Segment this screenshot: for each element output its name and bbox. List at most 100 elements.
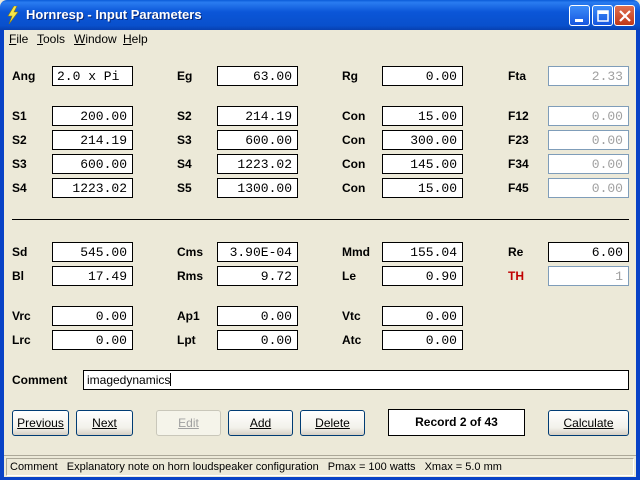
field-s1[interactable]: 200.00 [52, 106, 133, 126]
label-f45: F45 [508, 181, 529, 195]
label-bl: Bl [12, 269, 24, 283]
label-le: Le [342, 269, 357, 283]
field-sd[interactable]: 545.00 [52, 242, 133, 262]
label-f23: F23 [508, 133, 529, 147]
label-vrc: Vrc [12, 309, 31, 323]
field-s2[interactable]: 214.19 [52, 130, 133, 150]
label-lrc: Lrc [12, 333, 31, 347]
field-ang[interactable]: 2.0 x Pi [52, 66, 133, 86]
label-s5: S5 [177, 181, 192, 195]
field-s4-end[interactable]: 1223.02 [217, 154, 298, 174]
record-indicator: Record 2 of 43 [388, 409, 525, 436]
title-bar[interactable]: Hornresp - Input Parameters [0, 0, 640, 30]
label-re: Re [508, 245, 524, 259]
label-cms: Cms [177, 245, 204, 259]
label-s4: S4 [12, 181, 27, 195]
menu-window[interactable]: Window [74, 32, 117, 46]
calculate-button[interactable]: Calculate [548, 410, 629, 436]
field-lrc[interactable]: 0.00 [52, 330, 133, 350]
label-con-1: Con [342, 109, 366, 123]
field-con-3[interactable]: 145.00 [382, 154, 463, 174]
field-eg[interactable]: 63.00 [217, 66, 298, 86]
menu-help[interactable]: Help [123, 32, 148, 46]
field-f12: 0.00 [548, 106, 629, 126]
close-button[interactable] [614, 5, 635, 26]
label-s2: S2 [12, 133, 27, 147]
field-re[interactable]: 6.00 [548, 242, 629, 262]
status-xmax: Xmax = 5.0 mm [424, 461, 502, 473]
label-con-4: Con [342, 181, 366, 195]
close-icon [619, 10, 631, 22]
field-mmd[interactable]: 155.04 [382, 242, 463, 262]
minimize-icon [575, 19, 583, 22]
label-ang: Ang [12, 69, 36, 83]
field-atc[interactable]: 0.00 [382, 330, 463, 350]
menu-file[interactable]: File [9, 32, 28, 46]
maximize-icon [597, 10, 609, 22]
field-f23: 0.00 [548, 130, 629, 150]
field-rg[interactable]: 0.00 [382, 66, 463, 86]
field-rms[interactable]: 9.72 [217, 266, 298, 286]
maximize-button[interactable] [592, 5, 613, 26]
field-lpt[interactable]: 0.00 [217, 330, 298, 350]
section-divider [12, 219, 629, 220]
label-comment: Comment [12, 373, 68, 387]
window-frame-right [636, 30, 640, 480]
field-cms[interactable]: 3.90E-04 [217, 242, 298, 262]
label-th: TH [508, 269, 524, 283]
app-lightning-icon [7, 6, 19, 24]
label-rg: Rg [342, 69, 358, 83]
label-fta: Fta [508, 69, 526, 83]
label-mmd: Mmd [342, 245, 370, 259]
status-pane: Comment Explanatory note on horn loudspe… [6, 458, 634, 476]
next-button[interactable]: Next [76, 410, 133, 436]
label-con-3: Con [342, 157, 366, 171]
label-s1: S1 [12, 109, 27, 123]
field-f45: 0.00 [548, 178, 629, 198]
label-atc: Atc [342, 333, 362, 347]
edit-button[interactable]: Edit [156, 410, 221, 436]
field-le[interactable]: 0.90 [382, 266, 463, 286]
field-s3[interactable]: 600.00 [52, 154, 133, 174]
minimize-button[interactable] [569, 5, 590, 26]
field-con-1[interactable]: 15.00 [382, 106, 463, 126]
field-th: 1 [548, 266, 629, 286]
label-sd: Sd [12, 245, 28, 259]
field-s5[interactable]: 1300.00 [217, 178, 298, 198]
field-s2-end[interactable]: 214.19 [217, 106, 298, 126]
status-text: Explanatory note on horn loudspeaker con… [66, 461, 319, 473]
label-con-2: Con [342, 133, 366, 147]
window-frame-left [0, 30, 4, 480]
field-s4[interactable]: 1223.02 [52, 178, 133, 198]
add-button[interactable]: Add [228, 410, 293, 436]
field-ap1[interactable]: 0.00 [217, 306, 298, 326]
comment-input[interactable]: imagedynamics [83, 370, 629, 390]
label-eg: Eg [177, 69, 193, 83]
status-label: Comment [10, 461, 58, 473]
status-pmax: Pmax = 100 watts [327, 461, 416, 473]
label-s2: S2 [177, 109, 192, 123]
label-f12: F12 [508, 109, 529, 123]
menu-bar: File Tools Window Help [4, 30, 636, 48]
label-f34: F34 [508, 157, 529, 171]
label-s3: S3 [12, 157, 27, 171]
field-con-2[interactable]: 300.00 [382, 130, 463, 150]
field-vtc[interactable]: 0.00 [382, 306, 463, 326]
field-bl[interactable]: 17.49 [52, 266, 133, 286]
field-vrc[interactable]: 0.00 [52, 306, 133, 326]
menu-tools[interactable]: Tools [37, 32, 65, 46]
status-bar: Comment Explanatory note on horn loudspe… [4, 455, 636, 477]
label-vtc: Vtc [342, 309, 361, 323]
field-s3-end[interactable]: 600.00 [217, 130, 298, 150]
previous-button[interactable]: Previous [12, 410, 69, 436]
field-fta: 2.33 [548, 66, 629, 86]
window-title: Hornresp - Input Parameters [26, 7, 202, 22]
label-s3: S3 [177, 133, 192, 147]
field-con-4[interactable]: 15.00 [382, 178, 463, 198]
delete-button[interactable]: Delete [300, 410, 365, 436]
label-s4: S4 [177, 157, 192, 171]
label-rms: Rms [177, 269, 204, 283]
comment-text: imagedynamics [87, 373, 171, 387]
field-f34: 0.00 [548, 154, 629, 174]
label-ap1: Ap1 [177, 309, 200, 323]
